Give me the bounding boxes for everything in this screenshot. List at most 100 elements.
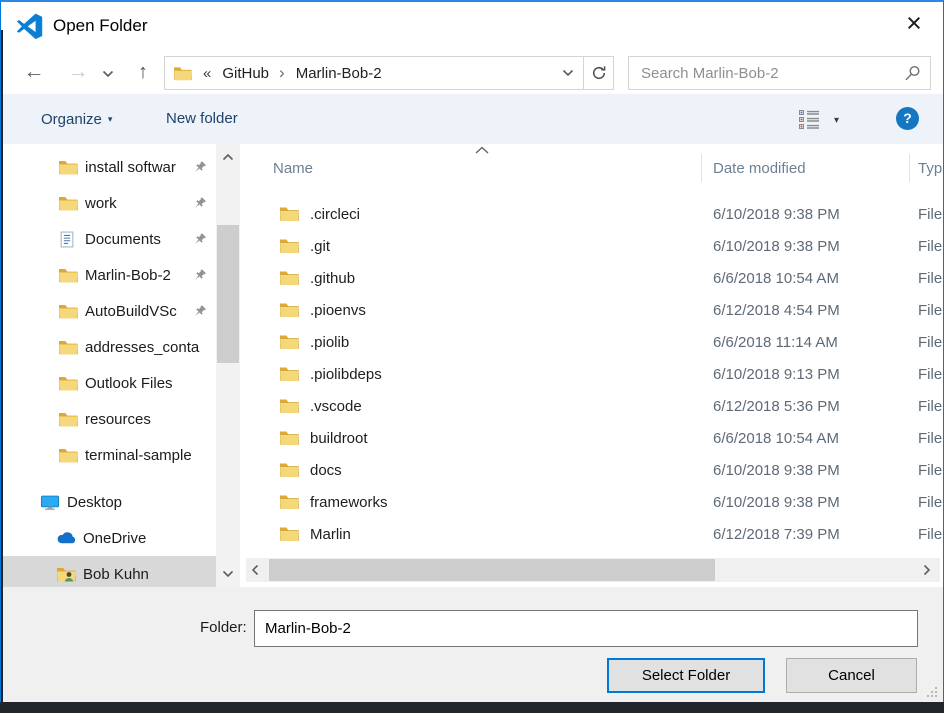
- sidebar-item[interactable]: Bob Kuhn: [1, 556, 216, 587]
- main-area: install softwar: [1, 144, 943, 587]
- cancel-button[interactable]: Cancel: [786, 658, 917, 693]
- breadcrumb-github[interactable]: GitHub: [222, 65, 269, 82]
- file-date-modified: 6/10/2018 9:38 PM: [713, 455, 840, 487]
- file-row[interactable]: .piolib 6/6/2018 11:14 AM File: [240, 327, 943, 359]
- sidebar-item-label: Outlook Files: [85, 375, 173, 392]
- vscode-logo-icon: [16, 13, 43, 40]
- column-header-date-modified[interactable]: Date modified: [713, 144, 806, 190]
- select-folder-button[interactable]: Select Folder: [607, 658, 765, 693]
- address-dropdown-chevron-icon[interactable]: [562, 69, 574, 77]
- search-box: [628, 56, 931, 90]
- sidebar-item[interactable]: AutoBuildVSc: [1, 293, 216, 329]
- sidebar-item[interactable]: Marlin-Bob-2: [1, 257, 216, 293]
- help-button[interactable]: ?: [896, 107, 919, 130]
- folder-icon: [279, 462, 299, 478]
- sidebar-item[interactable]: Documents: [1, 221, 216, 257]
- sidebar-item-label: Bob Kuhn: [83, 566, 149, 583]
- sidebar-item[interactable]: Outlook Files: [1, 365, 216, 401]
- file-type: File: [918, 359, 942, 391]
- navigation-bar: ← → ↑ « GitHub › Marlin-Bob-2: [1, 52, 943, 94]
- folder-icon: [58, 195, 78, 212]
- horizontal-scrollbar-thumb[interactable]: [269, 559, 715, 581]
- sidebar-item[interactable]: OneDrive: [1, 520, 216, 556]
- file-type: File: [918, 519, 942, 551]
- file-date-modified: 6/10/2018 9:38 PM: [713, 487, 840, 519]
- sidebar-item-label: resources: [85, 411, 151, 428]
- breadcrumb-overflow[interactable]: «: [203, 65, 211, 82]
- file-row[interactable]: .circleci 6/10/2018 9:38 PM File: [240, 199, 943, 231]
- sidebar-item-label: Desktop: [67, 494, 122, 511]
- file-row[interactable]: .piolibdeps 6/10/2018 9:13 PM File: [240, 359, 943, 391]
- file-row[interactable]: docs 6/10/2018 9:38 PM File: [240, 455, 943, 487]
- column-divider[interactable]: [701, 154, 702, 182]
- back-button[interactable]: ←: [19, 52, 49, 94]
- view-mode-icon[interactable]: [798, 109, 822, 130]
- scroll-up-icon[interactable]: [216, 146, 240, 168]
- list-header: Name Date modified Typ: [240, 144, 943, 190]
- file-row[interactable]: .git 6/10/2018 9:38 PM File: [240, 231, 943, 263]
- folder-icon: [58, 303, 78, 320]
- breadcrumb-separator-icon: ›: [279, 63, 285, 83]
- sidebar-scrollbar-thumb[interactable]: [217, 225, 239, 363]
- folder-icon: [58, 375, 78, 392]
- file-type: File: [918, 455, 942, 487]
- file-type: File: [918, 327, 942, 359]
- column-divider[interactable]: [909, 154, 910, 182]
- sidebar-item[interactable]: addresses_conta: [1, 329, 216, 365]
- sidebar-item-label: Documents: [85, 231, 161, 248]
- forward-button[interactable]: →: [63, 52, 93, 94]
- sidebar-item[interactable]: install softwar: [1, 149, 216, 185]
- file-row[interactable]: .pioenvs 6/12/2018 4:54 PM File: [240, 295, 943, 327]
- search-icon[interactable]: [904, 65, 921, 82]
- organize-menu-button[interactable]: Organize▾: [41, 94, 112, 144]
- file-row[interactable]: .github 6/6/2018 10:54 AM File: [240, 263, 943, 295]
- file-name: .github: [310, 263, 355, 295]
- search-input[interactable]: [629, 57, 930, 89]
- file-list-pane: Name Date modified Typ .circleci 6/10/20…: [240, 144, 943, 587]
- sidebar-item-label: install softwar: [85, 159, 176, 176]
- folder-icon: [58, 159, 78, 176]
- folder-icon: [58, 447, 78, 464]
- sidebar-item-label: AutoBuildVSc: [85, 303, 177, 320]
- folder-icon: [279, 302, 299, 318]
- file-rows: .circleci 6/10/2018 9:38 PM File .git 6/…: [240, 199, 943, 551]
- breadcrumb-marlin-bob-2[interactable]: Marlin-Bob-2: [296, 65, 382, 82]
- close-icon[interactable]: ×: [897, 6, 931, 40]
- scroll-left-icon[interactable]: [246, 558, 264, 582]
- folder-icon: [279, 206, 299, 222]
- address-bar[interactable]: « GitHub › Marlin-Bob-2: [164, 56, 584, 90]
- folder-name-input[interactable]: [254, 610, 918, 647]
- column-header-type[interactable]: Typ: [918, 144, 942, 190]
- folder-icon: [279, 526, 299, 542]
- refresh-button[interactable]: [584, 56, 614, 90]
- file-date-modified: 6/12/2018 7:39 PM: [713, 519, 840, 551]
- file-row[interactable]: Marlin 6/12/2018 7:39 PM File: [240, 519, 943, 551]
- resize-grip[interactable]: [925, 685, 938, 698]
- user-icon: [56, 566, 76, 583]
- file-row[interactable]: .vscode 6/12/2018 5:36 PM File: [240, 391, 943, 423]
- column-header-name[interactable]: Name: [273, 144, 313, 190]
- file-name: Marlin: [310, 519, 351, 551]
- file-row[interactable]: buildroot 6/6/2018 10:54 AM File: [240, 423, 943, 455]
- navigation-sidebar: install softwar: [1, 144, 216, 587]
- file-name: .circleci: [310, 199, 360, 231]
- recent-locations-chevron-icon[interactable]: [102, 70, 114, 78]
- scroll-right-icon[interactable]: [918, 558, 936, 582]
- sidebar-item[interactable]: work: [1, 185, 216, 221]
- window-edge: [1, 30, 3, 702]
- sidebar-scrollbar: [216, 144, 240, 587]
- sidebar-item[interactable]: Desktop: [1, 484, 216, 520]
- sidebar-item[interactable]: terminal-sample: [1, 437, 216, 473]
- up-button[interactable]: ↑: [128, 52, 158, 94]
- sidebar-item[interactable]: resources: [1, 401, 216, 437]
- address-folder-icon: [173, 66, 192, 81]
- sidebar-item-label: OneDrive: [83, 530, 146, 547]
- new-folder-button[interactable]: New folder: [166, 94, 238, 144]
- scroll-down-icon[interactable]: [216, 563, 240, 585]
- pin-icon: [192, 304, 207, 319]
- file-date-modified: 6/6/2018 10:54 AM: [713, 423, 839, 455]
- file-row[interactable]: frameworks 6/10/2018 9:38 PM File: [240, 487, 943, 519]
- footer-panel: Folder: Select Folder Cancel: [1, 587, 943, 702]
- pin-icon: [192, 160, 207, 175]
- view-mode-caret-icon[interactable]: ▾: [834, 115, 839, 126]
